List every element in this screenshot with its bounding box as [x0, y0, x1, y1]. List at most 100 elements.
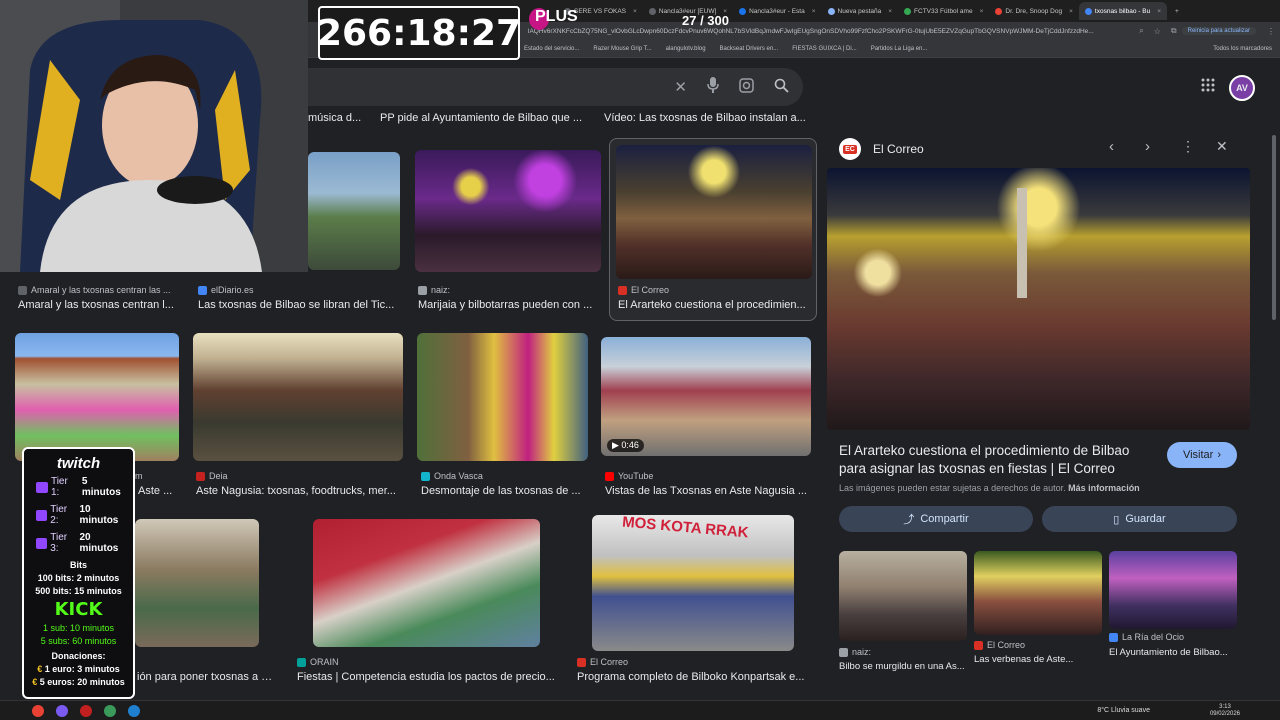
result-source: Deia: [196, 471, 396, 481]
app-icon[interactable]: [56, 704, 68, 717]
menu-dots-icon[interactable]: ⋮: [1267, 27, 1275, 36]
related-source: El Correo: [974, 640, 1102, 650]
result-image[interactable]: [15, 333, 179, 461]
panel-title[interactable]: El Ararteko cuestiona el procedimiento d…: [839, 442, 1159, 478]
related-caption[interactable]: El Ayuntamiento de Bilbao...: [1109, 647, 1237, 658]
tab-favicon-icon: [648, 7, 656, 15]
url-text[interactable]: lAQHv6rXNKFcCbZQ75NG_vlOvbGLcDwpn60DczFd…: [528, 28, 1134, 35]
result-image[interactable]: MOS KOTA RRAK: [592, 515, 794, 651]
bookmark-icon: ▯: [1113, 513, 1120, 526]
share-button[interactable]: ⤴ Compartir: [839, 506, 1033, 532]
bookmark-item[interactable]: Estado del servicio...: [524, 46, 579, 52]
search-box[interactable]: ✕: [308, 68, 803, 106]
result-caption[interactable]: PP pide al Ayuntamiento de Bilbao que ..…: [380, 112, 585, 124]
star-icon[interactable]: ☆: [1154, 27, 1161, 36]
euro-icon: €: [32, 677, 38, 687]
goal-counter: 27 / 300: [682, 13, 729, 28]
chrome-icon[interactable]: [32, 704, 44, 717]
related-caption[interactable]: Las verbenas de Aste...: [974, 654, 1102, 665]
app-icon[interactable]: [128, 704, 140, 717]
profile-avatar[interactable]: AV: [1229, 75, 1255, 101]
tab-label: Nancla3#eur - Esta: [749, 7, 805, 15]
weather-widget[interactable]: 8°C Lluvia suave: [1097, 707, 1150, 714]
close-icon[interactable]: ✕: [1216, 138, 1228, 155]
result-image[interactable]: [415, 150, 601, 272]
update-button[interactable]: Reinicia para actualizar: [1181, 27, 1256, 35]
all-bookmarks-folder[interactable]: Todos los marcadores: [1213, 46, 1272, 52]
tab-close-icon[interactable]: ×: [980, 8, 984, 15]
result-source: YouTube: [605, 471, 805, 481]
bookmark-item[interactable]: Razer Mouse Grip T...: [593, 46, 651, 52]
mic-icon[interactable]: [707, 77, 719, 97]
result-image[interactable]: [193, 333, 403, 461]
tab-close-icon[interactable]: ×: [1157, 8, 1161, 15]
tab-close-icon[interactable]: ×: [812, 8, 816, 15]
result-caption[interactable]: música d...: [308, 112, 368, 124]
apps-grid-icon[interactable]: [1201, 78, 1215, 95]
source-favicon: [297, 657, 306, 667]
source-favicon: [18, 285, 27, 295]
app-icon[interactable]: [104, 704, 116, 717]
search-icon[interactable]: ⌕: [1139, 26, 1143, 36]
more-info-link[interactable]: Más información: [1068, 483, 1140, 493]
prev-icon[interactable]: ‹: [1109, 138, 1114, 155]
tab-favicon-icon: [1084, 7, 1092, 15]
panel-source-name[interactable]: El Correo: [873, 142, 924, 156]
related-image[interactable]: [839, 551, 967, 641]
result-caption[interactable]: El Ararteko cuestiona el procedimien...: [618, 299, 808, 311]
more-options-icon[interactable]: ⋮: [1181, 138, 1195, 155]
app-icon[interactable]: [80, 704, 92, 717]
tab-close-icon[interactable]: ×: [633, 8, 637, 15]
source-favicon: [1109, 632, 1118, 642]
result-image[interactable]: [313, 519, 540, 647]
related-caption[interactable]: Bilbo se murgildu en una As...: [839, 661, 967, 672]
twitch-bubble-icon: [36, 509, 48, 521]
browser-tab[interactable]: FCTV33 Fútbol ame ×: [898, 2, 989, 20]
result-caption[interactable]: Programa completo de Bilboko Konpartsak …: [577, 671, 807, 683]
result-image[interactable]: [135, 519, 259, 647]
result-caption[interactable]: Las txosnas de Bilbao se libran del Tic.…: [198, 299, 398, 311]
bookmark-item[interactable]: FIESTAS GUIXCA | Di...: [792, 46, 856, 52]
next-icon[interactable]: ›: [1145, 138, 1150, 155]
result-caption[interactable]: Fiestas | Competencia estudia los pactos…: [297, 671, 557, 683]
result-caption[interactable]: ión para poner txosnas a K...: [137, 671, 277, 683]
source-favicon: [421, 471, 430, 481]
result-caption[interactable]: Amaral y las txosnas centran l...: [18, 299, 178, 311]
scrollbar-thumb[interactable]: [1272, 135, 1276, 320]
result-image[interactable]: [417, 333, 588, 461]
browser-tab[interactable]: Nueva pestaña ×: [822, 2, 899, 20]
lens-icon[interactable]: [739, 77, 754, 97]
result-caption[interactable]: Marijaia y bilbotarras pueden con ...: [418, 299, 598, 311]
preview-image[interactable]: [827, 168, 1250, 430]
clock[interactable]: 3:13 09/02/2026: [1210, 704, 1240, 718]
related-image[interactable]: [974, 551, 1102, 635]
browser-tab[interactable]: Dr. Dre, Snoop Dog ×: [989, 2, 1079, 20]
tab-label: Nueva pestaña: [837, 7, 882, 15]
result-caption[interactable]: Vistas de las Txosnas en Aste Nagusia ..…: [605, 485, 810, 497]
play-icon: ▶: [612, 440, 622, 450]
visit-button[interactable]: Visitar ›: [1167, 442, 1237, 468]
search-icon[interactable]: [774, 78, 789, 97]
result-caption[interactable]: Vídeo: Las txosnas de Bilbao instalan a.…: [604, 112, 809, 124]
clear-icon[interactable]: ✕: [674, 78, 687, 96]
result-caption[interactable]: Desmontaje de las txosnas de ...: [421, 485, 586, 497]
result-caption[interactable]: Aste ...: [138, 485, 183, 497]
result-image[interactable]: [308, 152, 400, 270]
related-image[interactable]: [1109, 551, 1237, 629]
new-tab-icon[interactable]: +: [1175, 8, 1179, 15]
source-favicon: [198, 285, 207, 295]
bookmark-item[interactable]: Partidos La Liga en...: [871, 46, 928, 52]
browser-tab[interactable]: txosnas bilbao - Bu ×: [1078, 2, 1167, 20]
save-button[interactable]: ▯ Guardar: [1042, 506, 1237, 532]
extensions-icon[interactable]: ⧉: [1171, 26, 1177, 36]
tab-close-icon[interactable]: ×: [1069, 8, 1073, 15]
result-image[interactable]: [616, 145, 812, 279]
tab-close-icon[interactable]: ×: [888, 8, 892, 15]
bookmark-item[interactable]: Backseat Drivers en...: [720, 46, 779, 52]
result-caption[interactable]: Aste Nagusia: txosnas, foodtrucks, mer..…: [196, 485, 401, 497]
tab-favicon-icon: [827, 7, 835, 15]
video-result-image[interactable]: ▶ 0:46: [601, 337, 811, 456]
result-source: El Correo: [618, 285, 808, 295]
bookmark-item[interactable]: alangulotv.blog: [666, 46, 706, 52]
browser-tab[interactable]: Nancla3#eur - Esta ×: [733, 2, 821, 20]
